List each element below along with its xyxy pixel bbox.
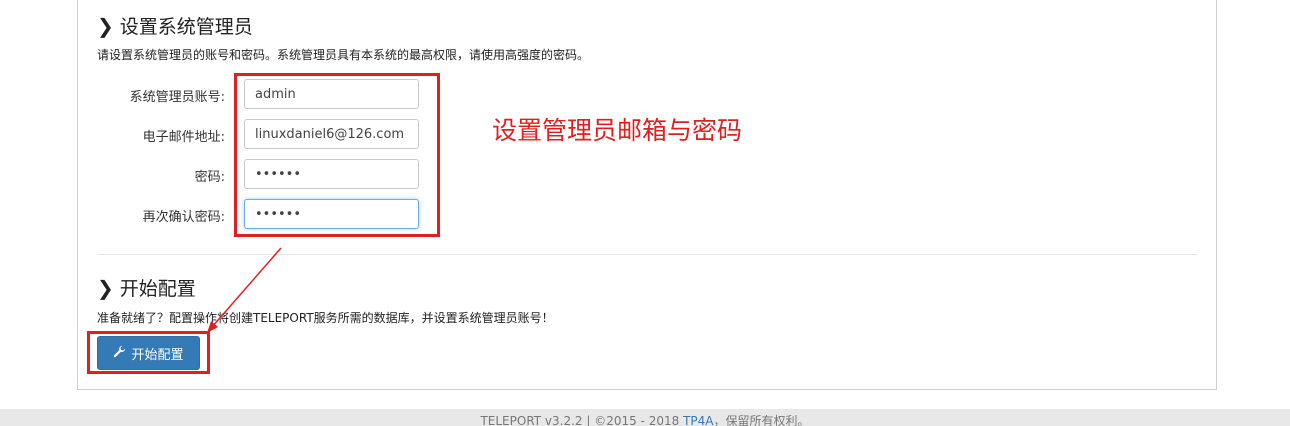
footer-text-suffix: ，保留所有权利。: [713, 414, 810, 426]
annotation-box-button: [87, 331, 210, 374]
start-section-title: ❯ 开始配置: [97, 274, 196, 301]
admin-section-description: 请设置系统管理员的账号和密码。系统管理员具有本系统的最高权限，请使用高强度的密码…: [97, 48, 590, 62]
footer-text-prefix: TELEPORT v3.2.2 | ©2015 - 2018: [480, 414, 684, 426]
start-section-title-text: 开始配置: [119, 278, 196, 300]
confirm-password-label: 再次确认密码:: [142, 210, 225, 225]
chevron-right-icon: ❯: [97, 275, 114, 300]
admin-account-label: 系统管理员账号:: [129, 90, 225, 105]
admin-section-title: ❯ 设置系统管理员: [97, 12, 253, 39]
annotation-text: 设置管理员邮箱与密码: [492, 116, 743, 145]
password-label: 密码:: [194, 170, 225, 185]
email-label: 电子邮件地址:: [142, 130, 225, 145]
annotation-box-fields: [234, 73, 440, 237]
chevron-right-icon: ❯: [97, 13, 114, 38]
footer-link-tp4a[interactable]: TP4A: [683, 414, 713, 426]
section-divider: [97, 254, 1197, 255]
footer: TELEPORT v3.2.2 | ©2015 - 2018 TP4A，保留所有…: [0, 409, 1290, 426]
admin-section-title-text: 设置系统管理员: [119, 16, 253, 38]
start-section-description: 准备就绪了？配置操作将创建TELEPORT服务所需的数据库，并设置系统管理员账号…: [97, 311, 554, 325]
